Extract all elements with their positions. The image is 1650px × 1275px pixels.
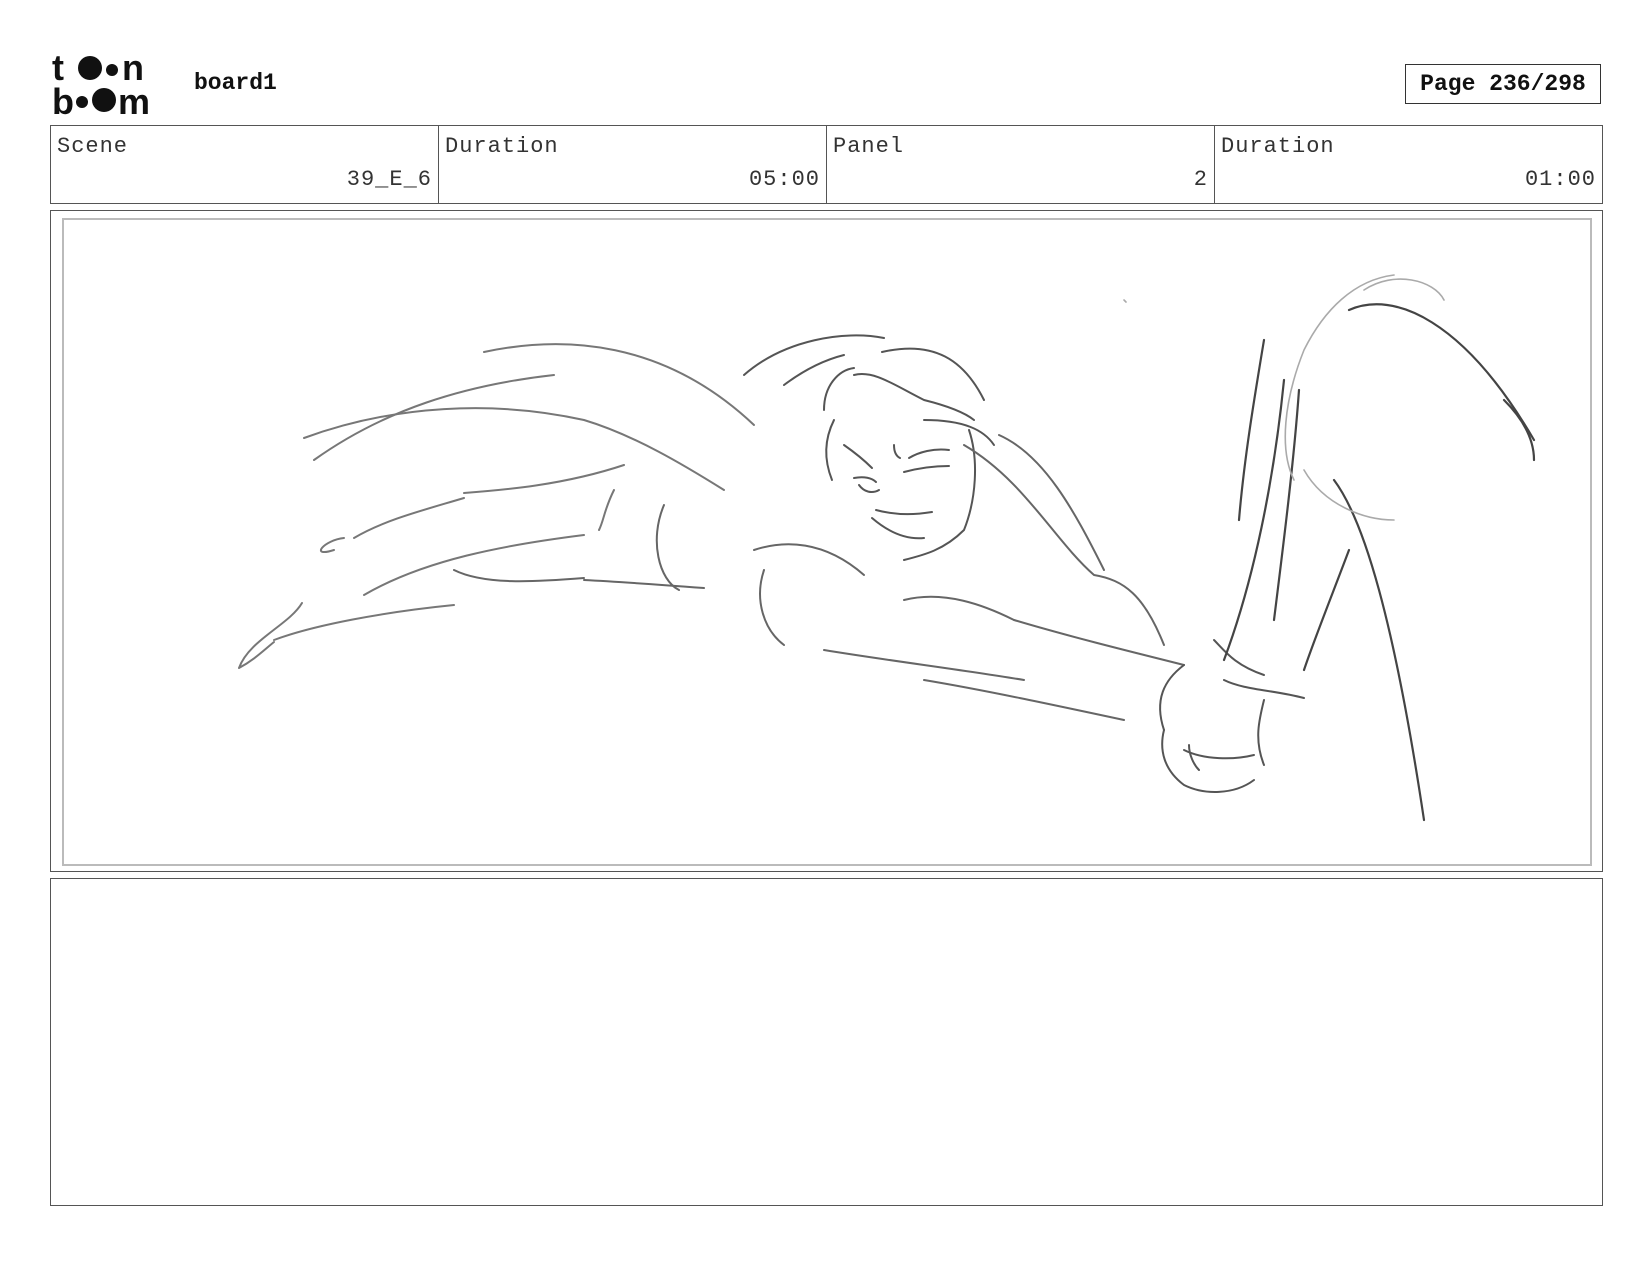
sketch-right-figure-light xyxy=(1123,274,1445,521)
scene-duration-value: 05:00 xyxy=(748,167,820,192)
panel-image-area xyxy=(62,218,1592,866)
sketch-head xyxy=(743,334,995,561)
panel-duration-label: Duration xyxy=(1221,134,1335,159)
scene-duration-cell: Duration 05:00 xyxy=(439,126,827,203)
sketch-drawing xyxy=(238,274,1536,822)
svg-text:m: m xyxy=(118,81,150,116)
sketch-hands xyxy=(1159,639,1305,793)
board-title: board1 xyxy=(194,70,277,96)
panel-duration-cell: Duration 01:00 xyxy=(1215,126,1602,203)
scene-cell: Scene 39_E_6 xyxy=(51,126,439,203)
scene-value: 39_E_6 xyxy=(346,167,432,192)
panel-notes-area xyxy=(50,878,1603,1206)
panel-value: 2 xyxy=(1193,167,1208,192)
page-counter: Page 236/298 xyxy=(1405,64,1601,104)
panel-label: Panel xyxy=(833,134,905,159)
sketch-body xyxy=(453,434,1185,721)
panel-duration-value: 01:00 xyxy=(1524,167,1596,192)
toon-boom-logo-graphic: t n b m xyxy=(52,50,150,116)
panel-cell: Panel 2 xyxy=(827,126,1215,203)
scene-label: Scene xyxy=(57,134,129,159)
panel-info-table: Scene 39_E_6 Duration 05:00 Panel 2 Dura… xyxy=(50,125,1603,204)
sketch-hair xyxy=(238,343,755,669)
scene-duration-label: Duration xyxy=(445,134,559,159)
storyboard-panel xyxy=(50,210,1603,872)
svg-text:b: b xyxy=(52,81,74,116)
sketch-right-figure xyxy=(1222,303,1536,822)
toon-boom-logo: t n b m xyxy=(52,50,170,116)
